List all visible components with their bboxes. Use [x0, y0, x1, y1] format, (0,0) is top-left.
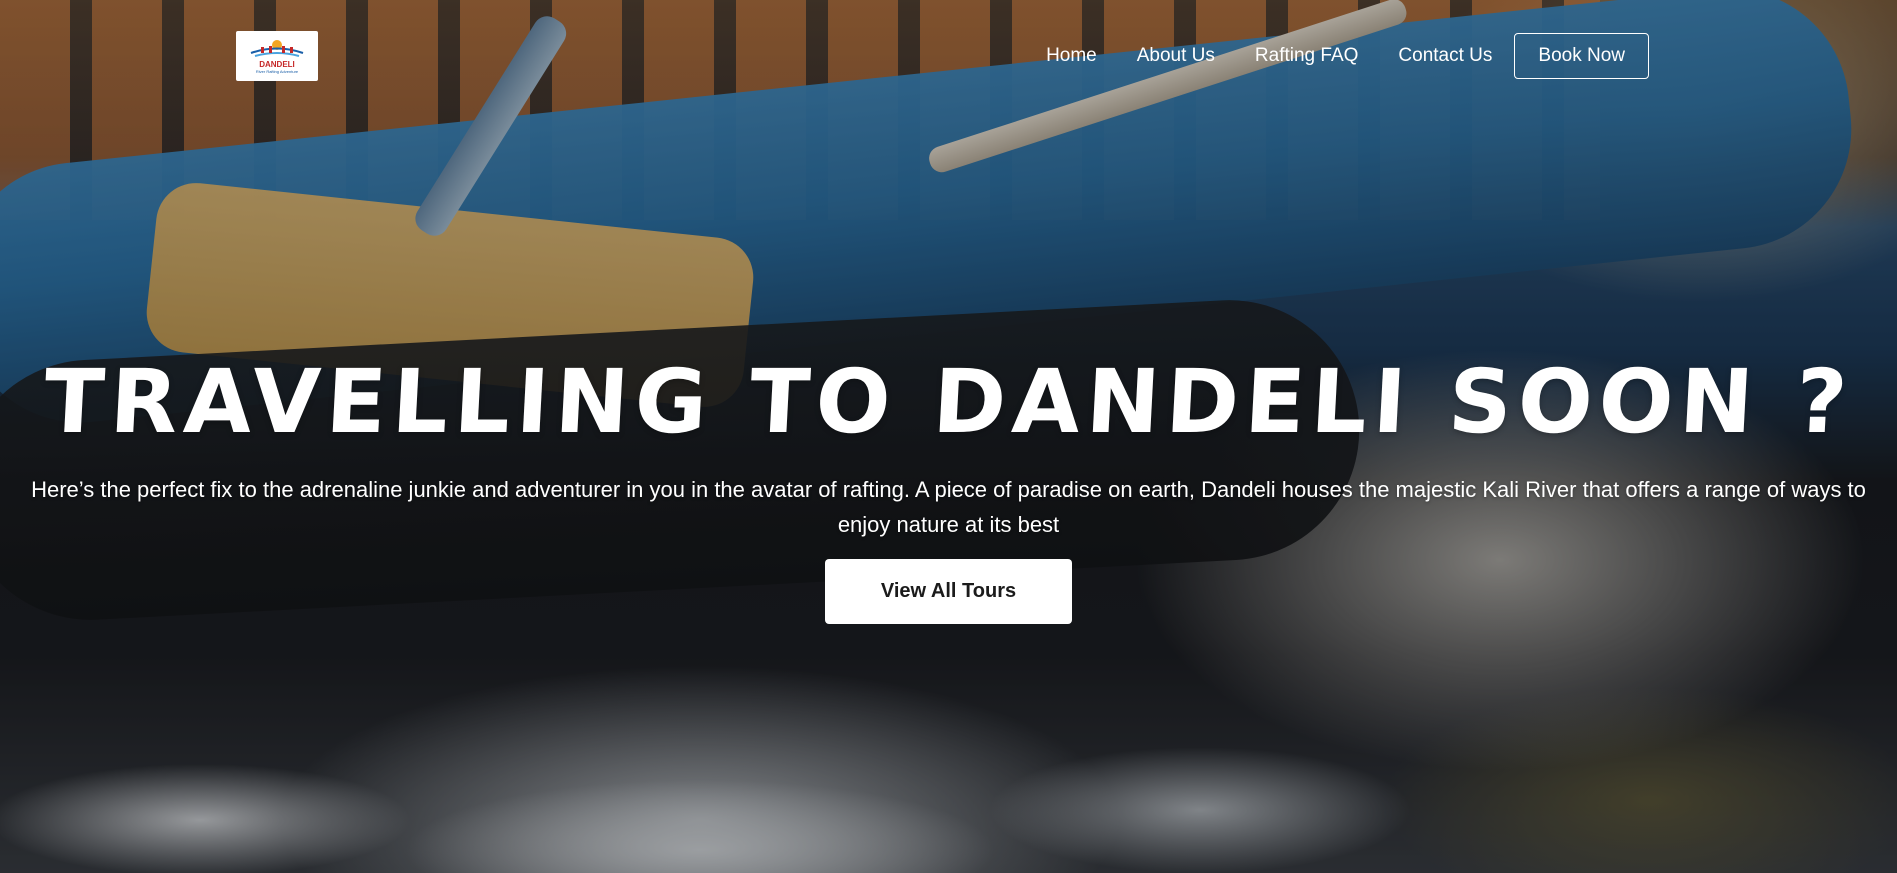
nav-link-rafting-faq[interactable]: Rafting FAQ — [1255, 45, 1359, 67]
nav-link-contact-us[interactable]: Contact Us — [1398, 45, 1492, 67]
hero-description: Here’s the perfect fix to the adrenaline… — [31, 477, 1866, 537]
main-nav: Home About Us Rafting FAQ Contact Us Boo… — [1046, 32, 1649, 80]
site-header: DANDELI River Rafting Adventure Home Abo… — [0, 0, 1897, 112]
logo-subtext: River Rafting Adventure — [255, 69, 299, 74]
nav-link-home[interactable]: Home — [1046, 45, 1097, 67]
nav-link-about-us[interactable]: About Us — [1137, 45, 1215, 67]
hero-title: Travelling to Dandeli soon ? — [41, 349, 1856, 453]
book-now-button[interactable]: Book Now — [1514, 33, 1649, 79]
site-logo[interactable]: DANDELI River Rafting Adventure — [236, 31, 318, 81]
hero-section: DANDELI River Rafting Adventure Home Abo… — [0, 0, 1897, 873]
logo-text: DANDELI — [259, 60, 295, 69]
view-all-tours-button[interactable]: View All Tours — [825, 559, 1072, 624]
logo-raft-icon — [250, 40, 304, 57]
